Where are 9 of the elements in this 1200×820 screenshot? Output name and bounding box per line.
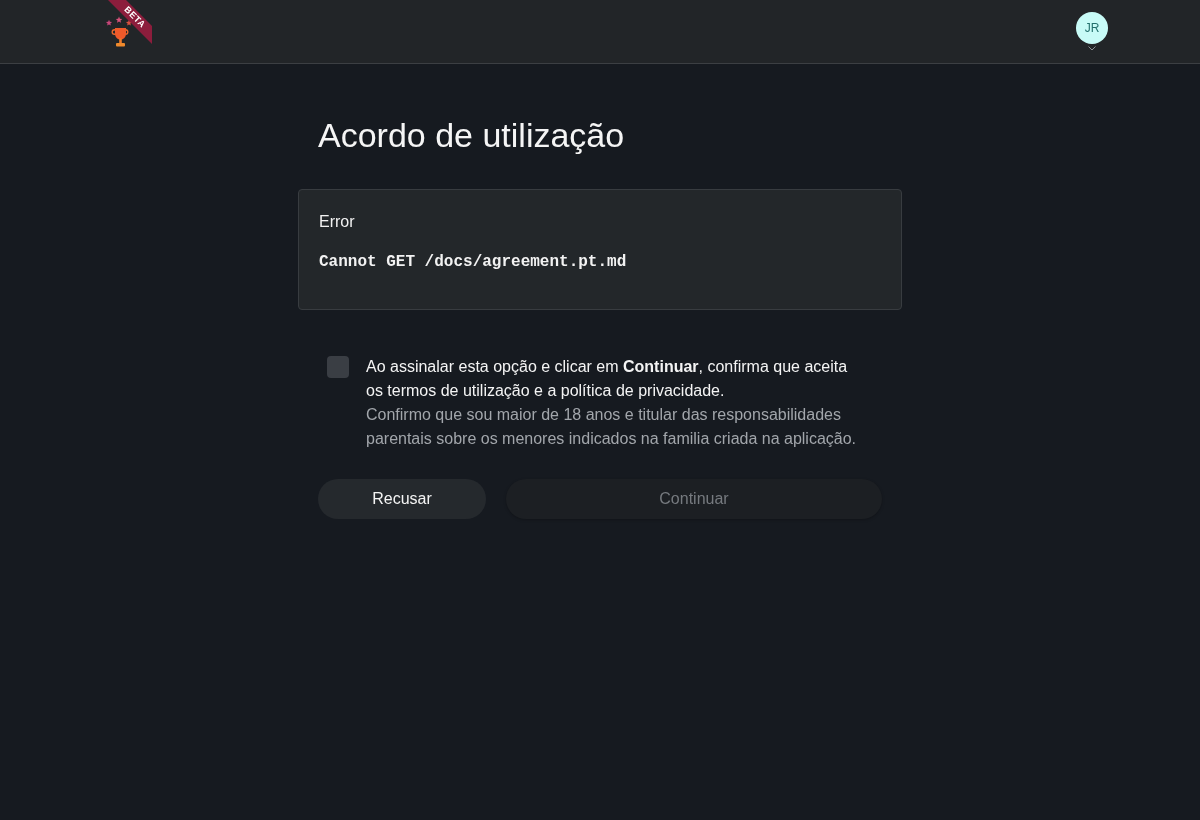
user-avatar-button[interactable]: JR — [1076, 12, 1108, 44]
consent-text: Ao assinalar esta opção e clicar em Continuar, confirma que aceita os termos de utilização e a política de privacidade. — [366, 357, 849, 401]
error-heading: Error — [319, 212, 356, 232]
decline-button[interactable]: Recusar — [318, 479, 486, 519]
error-message: Cannot GET /docs/agreement.pt.md — [319, 252, 628, 273]
page-title: Acordo de utilização — [318, 115, 626, 156]
consent-checkbox[interactable] — [327, 356, 349, 378]
age-confirmation-text: Confirmo que sou maior de 18 anos e titular das responsabilidades parentais sobre os menores indicados na familia criada na aplicação. — [366, 405, 858, 449]
chevron-down-icon[interactable] — [1088, 46, 1096, 51]
